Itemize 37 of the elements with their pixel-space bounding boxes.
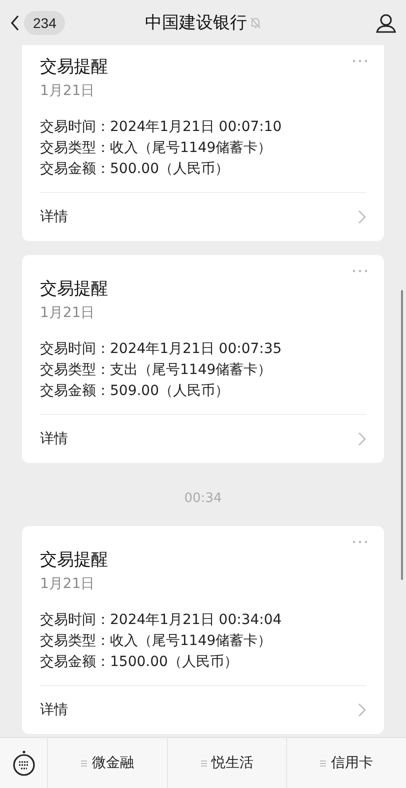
timestamp: 00:34	[184, 491, 222, 506]
menu-item[interactable]: 悦生活	[168, 738, 288, 788]
menu-item[interactable]: 微金融	[48, 738, 168, 788]
card-title: 交易提醒	[40, 278, 108, 300]
transaction-line: 交易类型：收入（尾号1149储蓄卡）	[40, 632, 273, 650]
transaction-line: 交易时间：2024年1月21日 00:07:10	[40, 118, 283, 136]
card-title: 交易提醒	[40, 56, 108, 78]
transaction-line: 交易时间：2024年1月21日 00:34:04	[40, 611, 283, 629]
menu-icon	[200, 760, 206, 766]
more-icon[interactable]	[352, 59, 368, 63]
profile-icon[interactable]	[376, 12, 396, 32]
back-button[interactable]: 234	[10, 10, 66, 34]
back-icon	[10, 14, 20, 30]
chevron-icon	[358, 703, 366, 717]
keyboard-icon	[12, 750, 36, 776]
menu-item[interactable]: 信用卡	[287, 738, 406, 788]
details-link[interactable]: 详情	[40, 193, 366, 241]
chevron-icon	[358, 210, 366, 224]
menu-icon	[320, 760, 326, 766]
chevron-icon	[358, 432, 366, 446]
more-icon[interactable]	[352, 540, 368, 544]
menu-icon	[80, 760, 87, 766]
card-date: 1月21日	[40, 304, 95, 322]
chat-title: 中国建设银行	[145, 12, 247, 34]
transaction-line: 交易金额：509.00（人民币）	[40, 382, 230, 400]
transaction-line: 交易金额：500.00（人民币）	[40, 160, 230, 178]
transaction-line: 交易类型：收入（尾号1149储蓄卡）	[40, 139, 273, 157]
card-title: 交易提醒	[40, 549, 108, 571]
card-date: 1月21日	[40, 82, 95, 100]
transaction-line: 交易类型：支出（尾号1149储蓄卡）	[40, 361, 273, 379]
unread-count: 234	[24, 10, 66, 34]
details-link[interactable]: 详情	[40, 686, 366, 734]
transaction-line: 交易时间：2024年1月21日 00:07:35	[40, 340, 283, 358]
card-date: 1月21日	[40, 575, 95, 593]
details-link[interactable]: 详情	[40, 415, 366, 463]
transaction-line: 交易金额：1500.00（人民币）	[40, 653, 239, 671]
more-icon[interactable]	[352, 269, 368, 273]
